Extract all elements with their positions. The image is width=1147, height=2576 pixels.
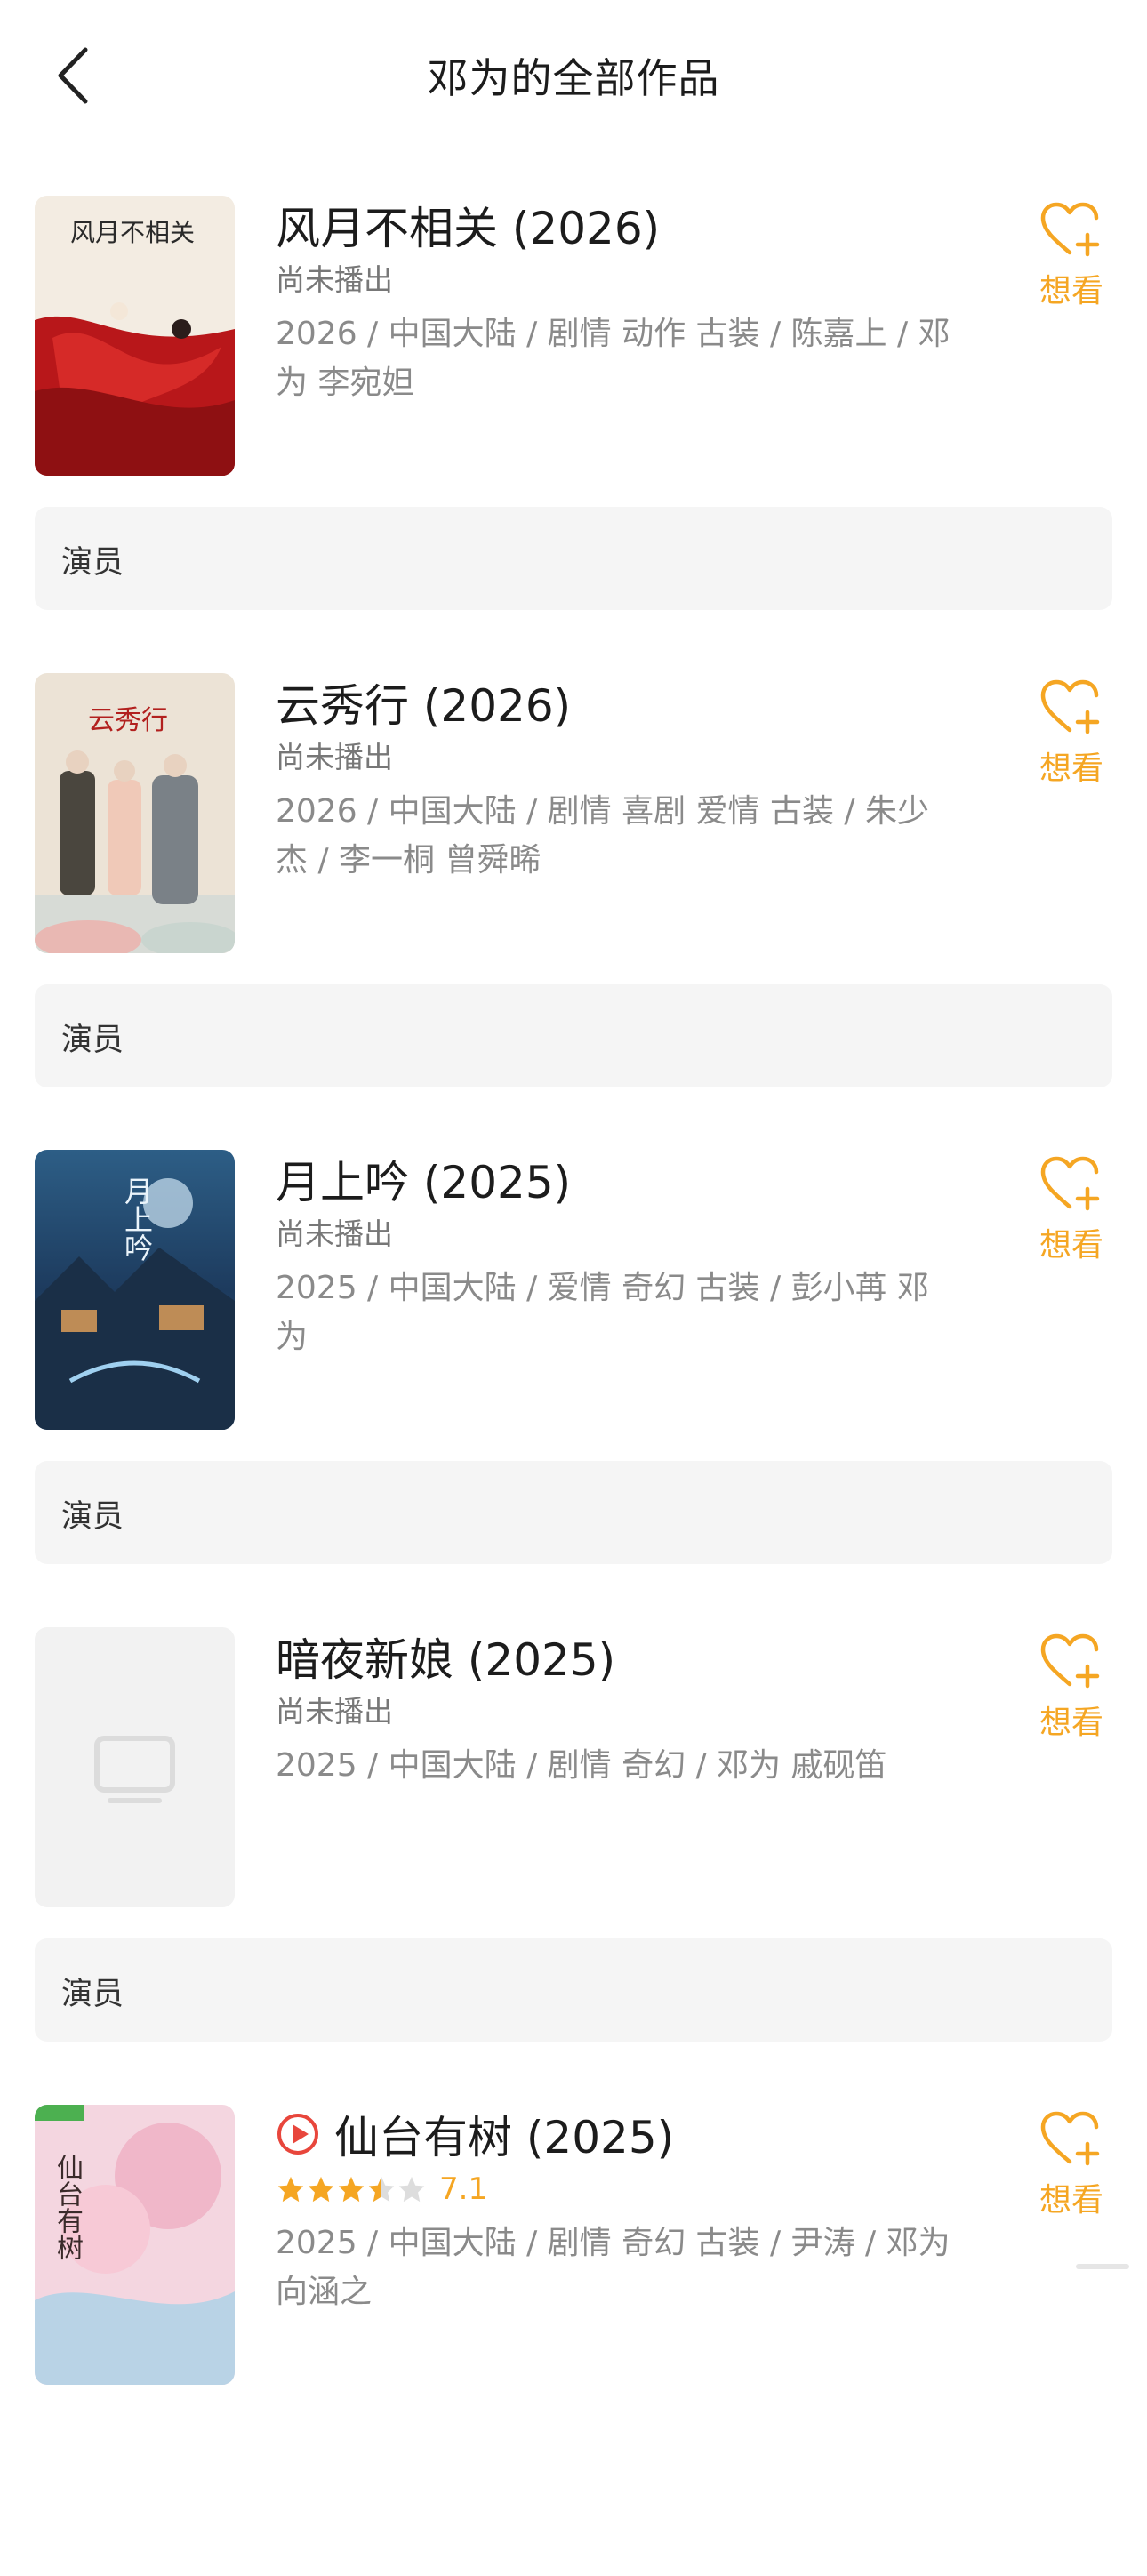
work-meta: 2025 / 中国大陆 / 剧情 奇幻 / 邓为 戚砚笛	[276, 1747, 887, 1784]
page-title: 邓为的全部作品	[427, 54, 720, 102]
rating-stars	[276, 2174, 427, 2204]
work-title[interactable]: 仙台有树 (2025)	[334, 2102, 674, 2166]
role-bar: 演员	[35, 507, 1112, 610]
role-label: 演员	[61, 545, 124, 581]
poster-image[interactable]: 仙台有树	[35, 2105, 235, 2385]
want-to-watch-label: 想看	[1039, 2182, 1103, 2219]
work-title[interactable]: 风月不相关 (2026)	[276, 193, 660, 257]
play-circle-icon	[277, 2114, 318, 2155]
poster-title-text: 月上吟	[120, 1176, 154, 1262]
role-bar: 演员	[35, 1461, 1112, 1564]
work-title[interactable]: 云秀行 (2026)	[276, 670, 571, 734]
work-info: 风月不相关 (2026) 尚未播出 2026 / 中国大陆 / 剧情 动作 古装…	[276, 196, 951, 407]
want-to-watch-button[interactable]: 想看	[1031, 201, 1111, 311]
work-item[interactable]: 云秀行 云秀行 (2026) 尚未播出 2026 / 中国大陆 / 剧情 喜剧 …	[0, 673, 1147, 1144]
release-status: 尚未播出	[276, 262, 393, 297]
heart-plus-icon	[1040, 679, 1100, 734]
want-to-watch-label: 想看	[1039, 1227, 1103, 1264]
work-meta: 2026 / 中国大陆 / 剧情 喜剧 爱情 古装 / 朱少杰 / 李一桐 曾舜…	[276, 793, 929, 879]
release-status: 尚未播出	[276, 1216, 393, 1251]
poster-title-text: 风月不相关	[70, 218, 196, 247]
role-label: 演员	[61, 1977, 124, 2012]
work-info: 云秀行 (2026) 尚未播出 2026 / 中国大陆 / 剧情 喜剧 爱情 古…	[276, 673, 951, 885]
heart-plus-icon	[1040, 1156, 1100, 1211]
want-to-watch-label: 想看	[1039, 273, 1103, 309]
work-title[interactable]: 月上吟 (2025)	[276, 1147, 571, 1211]
star-icon	[277, 2176, 304, 2203]
work-title[interactable]: 暗夜新娘 (2025)	[276, 1625, 615, 1689]
poster-placeholder[interactable]	[35, 1627, 235, 1907]
work-info: 暗夜新娘 (2025) 尚未播出 2025 / 中国大陆 / 剧情 奇幻 / 邓…	[276, 1627, 951, 1790]
work-item[interactable]: 仙台有树 仙台有树 (2025) 7.1 2025 / 中国大陆 / 剧情 奇幻…	[0, 2105, 1147, 2576]
heart-plus-icon	[1040, 2111, 1100, 2166]
role-bar: 演员	[35, 984, 1112, 1087]
want-to-watch-label: 想看	[1039, 750, 1103, 787]
heart-plus-icon	[1040, 1633, 1100, 1689]
rating-row: 7.1	[276, 2167, 951, 2211]
want-to-watch-button[interactable]: 想看	[1031, 2110, 1111, 2220]
work-info: 仙台有树 (2025) 7.1 2025 / 中国大陆 / 剧情 奇幻 古装 /…	[276, 2105, 951, 2316]
heart-plus-icon	[1040, 202, 1100, 257]
role-label: 演员	[61, 1023, 124, 1058]
work-item[interactable]: 暗夜新娘 (2025) 尚未播出 2025 / 中国大陆 / 剧情 奇幻 / 邓…	[0, 1627, 1147, 2099]
poster-image[interactable]: 风月不相关	[35, 196, 235, 476]
rating-score: 7.1	[439, 2171, 488, 2207]
want-to-watch-label: 想看	[1039, 1705, 1103, 1741]
want-to-watch-button[interactable]: 想看	[1031, 1155, 1111, 1265]
release-status: 尚未播出	[276, 740, 393, 774]
work-item[interactable]: 月上吟 月上吟 (2025) 尚未播出 2025 / 中国大陆 / 爱情 奇幻 …	[0, 1150, 1147, 1621]
star-half-icon	[368, 2176, 395, 2203]
poster-image[interactable]: 云秀行	[35, 673, 235, 953]
work-meta: 2025 / 中国大陆 / 爱情 奇幻 古装 / 彭小苒 邓为	[276, 1270, 929, 1355]
work-meta: 2026 / 中国大陆 / 剧情 动作 古装 / 陈嘉上 / 邓为 李宛妲	[276, 316, 950, 401]
want-to-watch-button[interactable]: 想看	[1031, 678, 1111, 789]
star-icon	[308, 2176, 334, 2203]
top-nav-bar: 邓为的全部作品	[0, 0, 1147, 151]
tv-placeholder-icon	[94, 1736, 175, 1803]
release-status: 尚未播出	[276, 1694, 393, 1729]
role-bar: 演员	[35, 1938, 1112, 2042]
work-meta: 2025 / 中国大陆 / 剧情 奇幻 古装 / 尹涛 / 邓为 向涵之	[276, 2225, 950, 2310]
poster-image[interactable]: 月上吟	[35, 1150, 235, 1430]
star-empty-icon	[398, 2176, 425, 2203]
work-info: 月上吟 (2025) 尚未播出 2025 / 中国大陆 / 爱情 奇幻 古装 /…	[276, 1150, 951, 1361]
role-label: 演员	[61, 1499, 124, 1535]
star-icon	[338, 2176, 365, 2203]
poster-title-text: 云秀行	[88, 705, 168, 736]
scroll-indicator[interactable]	[1076, 2264, 1129, 2269]
want-to-watch-button[interactable]: 想看	[1031, 1633, 1111, 1743]
poster-title-text: 仙台有树	[52, 2154, 83, 2260]
work-item[interactable]: 风月不相关 风月不相关 (2026) 尚未播出 2026 / 中国大陆 / 剧情…	[0, 196, 1147, 667]
